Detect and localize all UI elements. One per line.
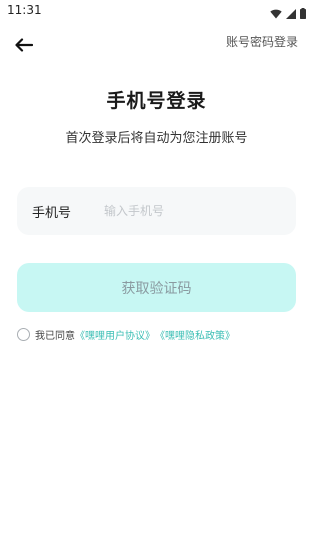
password-login-link[interactable]: 账号密码登录 — [226, 33, 298, 50]
arrow-left-icon — [15, 38, 33, 52]
page-title: 手机号登录 — [106, 90, 207, 112]
phone-input[interactable] — [104, 187, 296, 235]
status-icons — [270, 4, 306, 23]
get-code-button[interactable]: 获取验证码 — [17, 263, 296, 312]
phone-label: 手机号 — [32, 205, 72, 221]
signal-icon — [286, 4, 296, 23]
agreement-row: 我已同意 《嘿哩用户协议》 《嘿哩隐私政策》 — [17, 327, 235, 342]
status-bar: 11:31 — [0, 0, 313, 22]
page-subtitle: 首次登录后将自动为您注册账号 — [65, 131, 248, 146]
back-button[interactable] — [12, 34, 36, 56]
agreement-prefix: 我已同意 — [35, 331, 75, 342]
login-screen: 11:31 账号密码登录 手机号登录 首次登录后将自动为您注册账号 手机号 获取… — [0, 0, 313, 558]
battery-icon — [300, 4, 306, 23]
status-time: 11:31 — [7, 3, 42, 17]
wifi-icon — [270, 4, 282, 23]
privacy-policy-link[interactable]: 《嘿哩隐私政策》 — [155, 327, 235, 342]
agreement-checkbox[interactable] — [17, 328, 30, 341]
phone-field: 手机号 — [17, 187, 296, 235]
user-agreement-link[interactable]: 《嘿哩用户协议》 — [75, 327, 155, 342]
